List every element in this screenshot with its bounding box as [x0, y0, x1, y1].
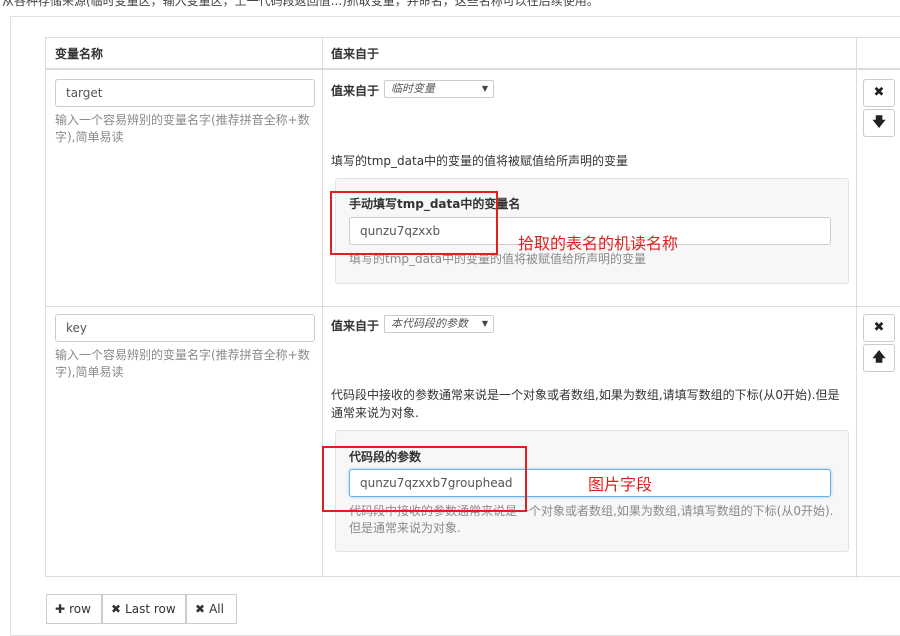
arrow-up-icon: 🡅 — [872, 350, 886, 365]
column-divider — [856, 38, 857, 578]
close-icon: ✖ — [111, 602, 122, 616]
move-up-button[interactable]: 🡅 — [863, 344, 895, 372]
source-description: 填写的tmp_data中的变量的值将被赋值给所声明的变量 — [331, 154, 629, 168]
row-divider — [46, 306, 900, 307]
remove-all-button[interactable]: ✖ All — [186, 594, 237, 624]
annotation-box — [330, 191, 498, 255]
remove-row-button[interactable]: ✖ — [863, 314, 895, 342]
table-header: 变量名称 值来自于 — [46, 38, 900, 70]
annotation-label: 拾取的表名的机读名称 — [518, 234, 679, 253]
variable-name-input[interactable]: key — [55, 314, 315, 342]
move-down-button[interactable]: 🡇 — [863, 109, 895, 137]
source-label: 值来自于 — [331, 319, 380, 333]
annotation-box — [322, 446, 527, 512]
chevron-down-icon: ▼ — [481, 319, 488, 328]
add-row-label: row — [69, 602, 91, 616]
source-select-value: 临时变量 — [391, 82, 435, 95]
source-select[interactable]: 临时变量 ▼ — [384, 80, 494, 98]
intro-text: 从各种存储来源(临时变量区，输入变量区，上一代码段返回值...)抓取变量，并命名… — [2, 0, 599, 8]
annotation-label: 图片字段 — [588, 475, 653, 494]
header-variable-name: 变量名称 — [55, 47, 104, 61]
variable-name-input[interactable]: target — [55, 79, 315, 107]
chevron-down-icon: ▼ — [481, 84, 488, 93]
source-description: 代码段中接收的参数通常来说是一个对象或者数组,如果为数组,请填写数组的下标(从0… — [331, 388, 840, 420]
arrow-down-icon: 🡇 — [872, 115, 886, 130]
remove-last-row-button[interactable]: ✖ Last row — [102, 594, 186, 624]
remove-all-label: All — [209, 602, 224, 616]
close-icon: ✖ — [873, 320, 885, 335]
remove-row-button[interactable]: ✖ — [863, 79, 895, 107]
variable-name-help: 输入一个容易辨别的变量名字(推荐拼音全称+数字),简单易读 — [55, 348, 310, 379]
source-label: 值来自于 — [331, 84, 380, 98]
close-icon: ✖ — [873, 85, 885, 100]
close-icon: ✖ — [195, 602, 206, 616]
plus-icon: ✚ — [55, 602, 66, 616]
remove-last-row-label: Last row — [125, 602, 176, 616]
variable-name-help: 输入一个容易辨别的变量名字(推荐拼音全称+数字),简单易读 — [55, 113, 310, 144]
source-select[interactable]: 本代码段的参数 ▼ — [384, 315, 494, 333]
add-row-button[interactable]: ✚ row — [46, 594, 102, 624]
source-select-value: 本代码段的参数 — [391, 317, 468, 330]
header-value-source: 值来自于 — [331, 47, 380, 61]
